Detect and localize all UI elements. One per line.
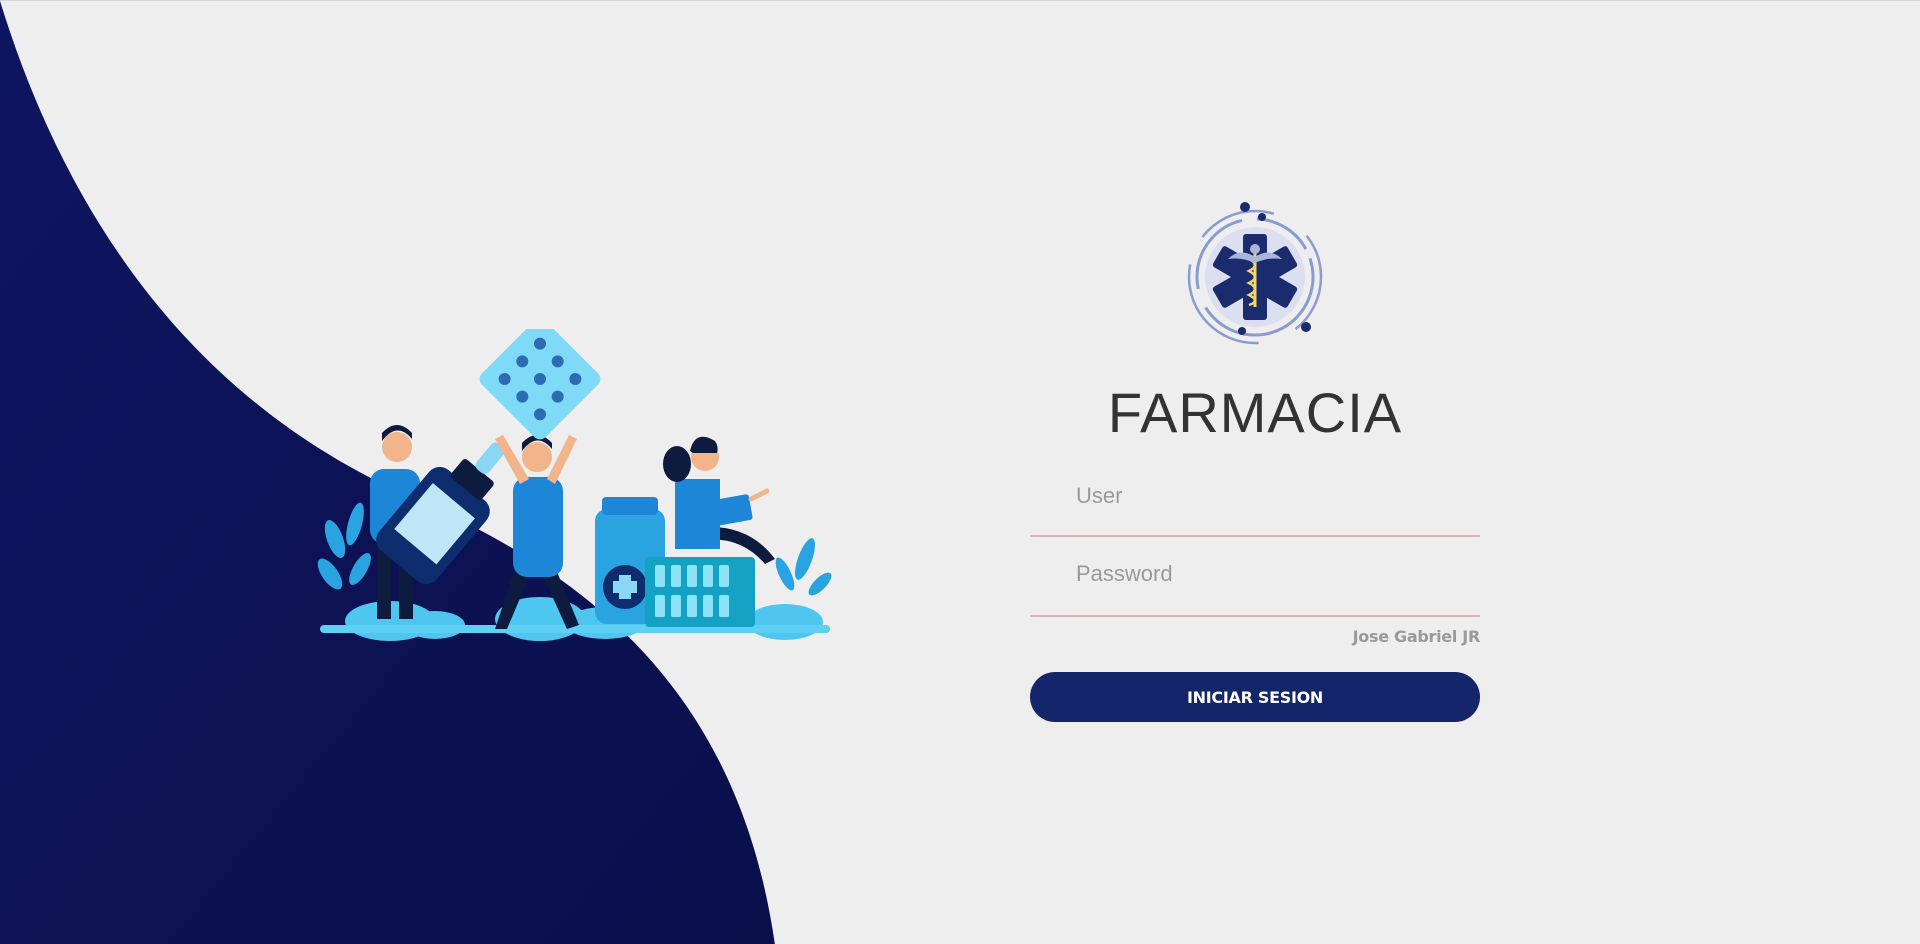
pharmacy-illustration <box>317 329 832 641</box>
login-form: FARMACIA Jose Gabriel JR INICIAR SESION <box>1030 197 1480 722</box>
person-with-laptop <box>663 436 775 564</box>
user-input[interactable] <box>1074 477 1458 515</box>
login-page: FARMACIA Jose Gabriel JR INICIAR SESION <box>0 0 1920 944</box>
app-title: FARMACIA <box>1107 381 1403 444</box>
author-credit: Jose Gabriel JR <box>1352 627 1481 646</box>
login-button[interactable]: INICIAR SESION <box>1030 672 1480 722</box>
star-of-life-caduceus-icon <box>1187 202 1323 345</box>
password-input[interactable] <box>1074 555 1458 593</box>
wave-background <box>0 1 775 944</box>
user-field <box>1030 459 1480 537</box>
person-with-pills <box>479 329 601 629</box>
pill-box <box>645 557 755 627</box>
password-field <box>1030 537 1480 617</box>
